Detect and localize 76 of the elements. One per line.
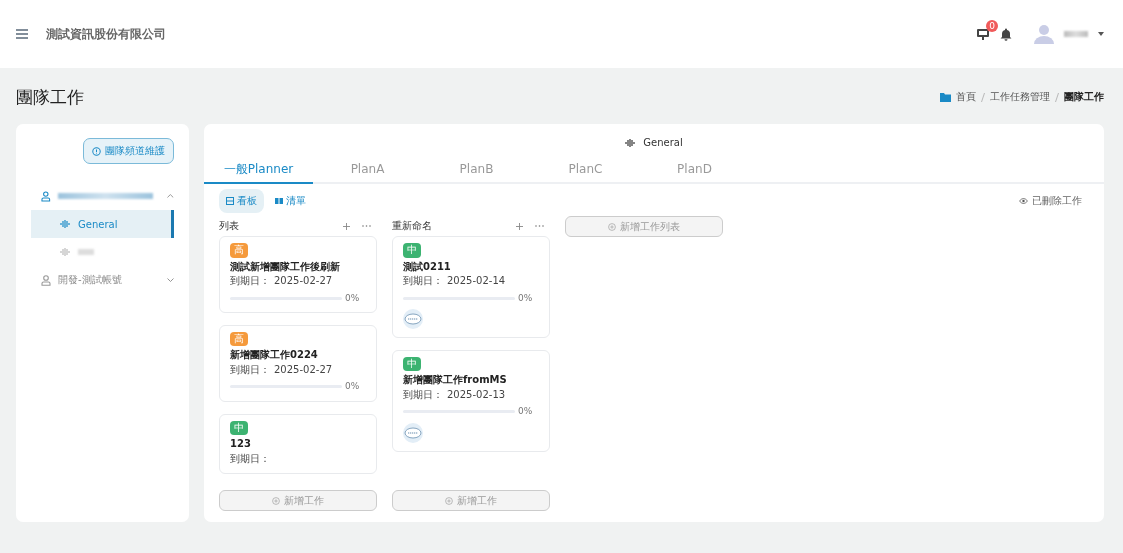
breadcrumb-item[interactable]: 首頁 (956, 90, 976, 104)
list-icon (275, 198, 283, 204)
progress-percent: 0% (345, 381, 360, 393)
folder-icon (940, 92, 951, 102)
task-title: 123 (230, 438, 251, 451)
chevron-icon (167, 278, 174, 282)
company-name: 測試資訊股份有限公司 (46, 25, 166, 43)
deleted-tasks-link[interactable]: 已刪除工作 (1013, 193, 1088, 209)
notification-badge: 0 (986, 19, 998, 32)
channel-maintenance-button[interactable]: 團隊頻道維護 (83, 138, 174, 164)
info-icon (92, 146, 101, 156)
board-icon (226, 197, 234, 205)
priority-tag: 高 (230, 243, 248, 258)
avatar-icon[interactable] (1034, 24, 1054, 44)
plan-tab[interactable]: 一般Planner (204, 156, 313, 184)
breadcrumb-separator-icon (1055, 92, 1059, 102)
task-card[interactable]: 中 新增團隊工作fromMS 到期日： 2025-02-13 0% (392, 349, 550, 452)
priority-tag: 中 (403, 243, 421, 258)
menu-icon[interactable] (16, 29, 28, 39)
priority-tag: 中 (403, 356, 421, 372)
add-list-button[interactable]: 新增工作列表 (565, 216, 723, 237)
task-card[interactable]: 中 123 到期日： (219, 413, 377, 474)
team-item[interactable]: 開發-測試帳號 (31, 266, 174, 294)
plan-tab[interactable]: PlanA (313, 156, 422, 184)
due-label: 到期日： (230, 275, 270, 288)
progress-percent: 0% (518, 406, 533, 418)
due-label: 到期日： (230, 363, 270, 377)
task-title: 測試0211 (403, 260, 451, 273)
view-toggle[interactable]: 看板 (219, 189, 264, 213)
add-task-button[interactable]: 新增工作 (219, 490, 377, 511)
plan-tab[interactable]: PlanC (531, 156, 640, 184)
progress-percent: 0% (518, 292, 533, 304)
channel-icon (625, 138, 636, 147)
task-title: 測試新增團隊工作後刷新 (230, 260, 340, 273)
add-icon (272, 496, 280, 505)
chevron-icon (167, 194, 174, 198)
due-label: 到期日： (403, 388, 443, 402)
list-name: 列表 (219, 219, 239, 233)
task-title: 新增團隊工作0224 (230, 349, 318, 362)
monitor-icon[interactable] (976, 27, 990, 41)
blurred-username (1064, 31, 1088, 37)
progress-percent: 0% (345, 292, 360, 304)
user-icon (41, 190, 51, 202)
breadcrumb-separator-icon (981, 92, 985, 102)
priority-tag: 高 (230, 331, 248, 347)
task-card[interactable]: 高 新增團隊工作0224 到期日： 2025-02-27 0% (219, 324, 377, 402)
channel-icon (60, 220, 70, 228)
plus-icon[interactable] (516, 222, 523, 230)
channel-title: General (643, 137, 683, 148)
channel-item[interactable]: General (31, 210, 174, 238)
list-name: 重新命名 (392, 219, 432, 233)
eye-icon (1019, 198, 1028, 204)
task-card[interactable]: 高 測試新增團隊工作後刷新 到期日： 2025-02-27 0% (219, 236, 377, 313)
bell-icon[interactable] (1000, 27, 1012, 41)
breadcrumb-item[interactable]: 工作任務管理 (990, 90, 1050, 104)
due-label: 到期日： (230, 452, 270, 465)
add-icon (608, 222, 616, 231)
view-toggle[interactable]: 清單 (268, 189, 313, 213)
task-card[interactable]: 中 測試0211 到期日： 2025-02-14 0% (392, 236, 550, 338)
plan-tab[interactable]: PlanD (640, 156, 749, 184)
breadcrumb-item: 團隊工作 (1064, 90, 1104, 104)
add-icon (445, 496, 453, 505)
caret-icon[interactable] (1098, 32, 1104, 36)
page-title: 團隊工作 (16, 85, 85, 109)
plus-icon[interactable] (343, 222, 350, 230)
due-date: 2025-02-14 (447, 275, 506, 288)
due-date: 2025-02-13 (447, 388, 506, 402)
due-date: 2025-02-27 (274, 275, 333, 288)
plan-tab[interactable]: PlanB (422, 156, 531, 184)
due-date: 2025-02-27 (274, 363, 333, 377)
task-title: 新增團隊工作fromMS (403, 374, 507, 387)
due-label: 到期日： (403, 275, 443, 288)
user-icon (41, 274, 51, 286)
add-task-button[interactable]: 新增工作 (392, 490, 550, 511)
channel-icon (60, 248, 70, 256)
priority-tag: 中 (230, 420, 248, 435)
